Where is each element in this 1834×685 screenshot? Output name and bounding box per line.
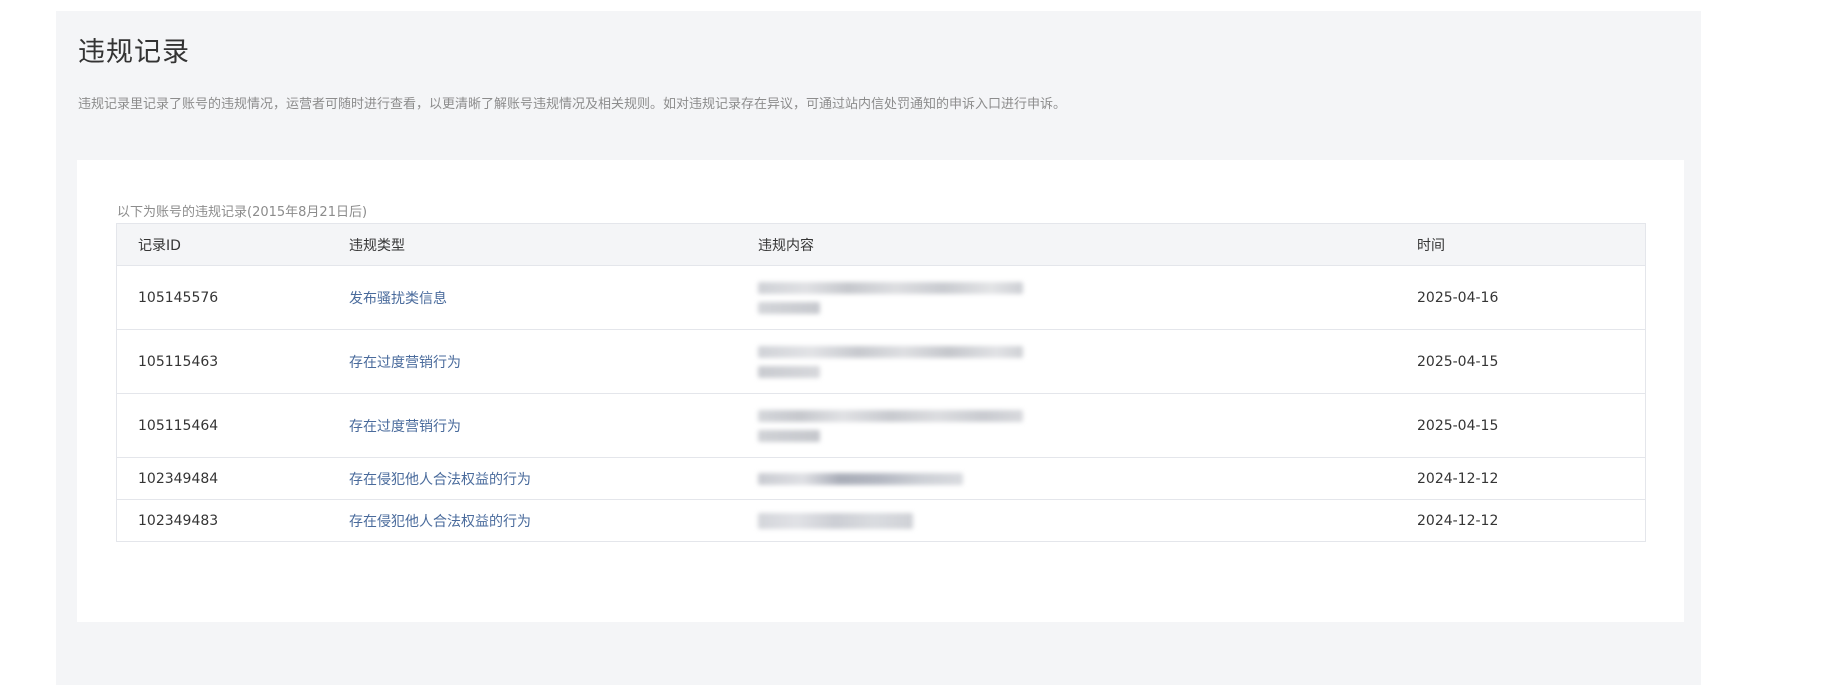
table-caption: 以下为账号的违规记录(2015年8月21日后) bbox=[117, 205, 368, 220]
violation-type-link[interactable]: 存在过度营销行为 bbox=[349, 416, 461, 436]
records-card: 以下为账号的违规记录(2015年8月21日后) 记录ID 违规类型 违规内容 时… bbox=[77, 160, 1684, 622]
blurred-violation-content bbox=[758, 409, 1023, 442]
column-header-type: 违规类型 bbox=[349, 237, 405, 254]
violation-records-table: 记录ID 违规类型 违规内容 时间 105145576 发布骚扰类信息 2025… bbox=[116, 223, 1646, 542]
blurred-violation-content bbox=[758, 345, 1023, 378]
record-time: 2025-04-15 bbox=[1417, 353, 1499, 370]
table-header-row: 记录ID 违规类型 违规内容 时间 bbox=[117, 224, 1645, 265]
blurred-violation-content bbox=[758, 512, 913, 529]
violation-type-link[interactable]: 存在侵犯他人合法权益的行为 bbox=[349, 511, 531, 531]
record-time: 2024-12-12 bbox=[1417, 470, 1499, 487]
page-title: 违规记录 bbox=[78, 37, 190, 68]
violation-type-link[interactable]: 存在侵犯他人合法权益的行为 bbox=[349, 469, 531, 489]
violation-type-link[interactable]: 存在过度营销行为 bbox=[349, 352, 461, 372]
violation-type-link[interactable]: 发布骚扰类信息 bbox=[349, 288, 447, 308]
page-description: 违规记录里记录了账号的违规情况，运营者可随时进行查看，以更清晰了解账号违规情况及… bbox=[78, 97, 1067, 112]
violation-records-panel: 违规记录 违规记录里记录了账号的违规情况，运营者可随时进行查看，以更清晰了解账号… bbox=[56, 11, 1701, 685]
blurred-violation-content bbox=[758, 281, 1023, 314]
record-id: 105145576 bbox=[138, 289, 219, 306]
record-time: 2025-04-15 bbox=[1417, 417, 1499, 434]
column-header-id: 记录ID bbox=[138, 237, 181, 254]
record-id: 102349484 bbox=[138, 470, 219, 487]
table-row: 102349484 存在侵犯他人合法权益的行为 2024-12-12 bbox=[117, 457, 1645, 499]
record-id: 105115463 bbox=[138, 353, 219, 370]
record-id: 102349483 bbox=[138, 512, 219, 529]
table-row: 102349483 存在侵犯他人合法权益的行为 2024-12-12 bbox=[117, 499, 1645, 541]
blurred-violation-content bbox=[758, 472, 963, 485]
table-row: 105145576 发布骚扰类信息 2025-04-16 bbox=[117, 265, 1645, 329]
record-time: 2024-12-12 bbox=[1417, 512, 1499, 529]
column-header-time: 时间 bbox=[1417, 237, 1445, 254]
record-id: 105115464 bbox=[138, 417, 219, 434]
column-header-content: 违规内容 bbox=[758, 237, 814, 254]
table-row: 105115464 存在过度营销行为 2025-04-15 bbox=[117, 393, 1645, 457]
record-time: 2025-04-16 bbox=[1417, 289, 1499, 306]
table-row: 105115463 存在过度营销行为 2025-04-15 bbox=[117, 329, 1645, 393]
